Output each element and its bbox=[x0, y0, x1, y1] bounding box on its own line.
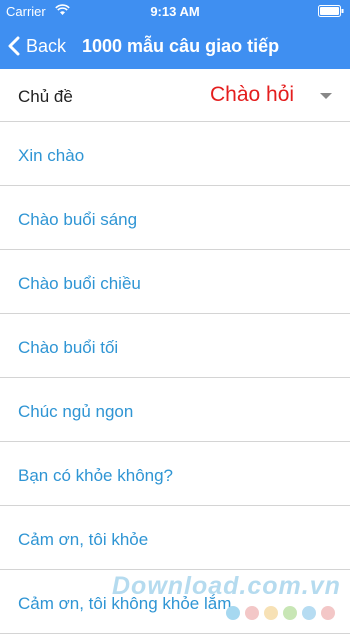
topic-select[interactable]: Chào hỏi bbox=[200, 75, 350, 115]
status-time: 9:13 AM bbox=[150, 4, 200, 19]
list-item[interactable]: Chúc ngủ ngon bbox=[0, 378, 350, 442]
list-item[interactable]: Chào buổi tối bbox=[0, 314, 350, 378]
watermark-dot bbox=[321, 606, 335, 620]
nav-bar: Back 1000 mẫu câu giao tiếp bbox=[0, 22, 350, 69]
list-item-label: Chào buổi tối bbox=[18, 338, 119, 357]
watermark-dot bbox=[283, 606, 297, 620]
header: Carrier 9:13 AM Back 1000 mẫu câu giao t… bbox=[0, 0, 350, 69]
list-item[interactable]: Chào buổi chiều bbox=[0, 250, 350, 314]
watermark-dot bbox=[302, 606, 316, 620]
chevron-left-icon bbox=[8, 36, 20, 56]
list-item-label: Chào buổi sáng bbox=[18, 210, 138, 229]
page-title: 1000 mẫu câu giao tiếp bbox=[82, 36, 280, 56]
battery-icon bbox=[318, 5, 344, 17]
topic-row: Chủ đề Chào hỏi bbox=[0, 69, 350, 122]
watermark-dot bbox=[226, 606, 240, 620]
list-item[interactable]: Xin chào bbox=[0, 122, 350, 186]
list-item-label: Xin chào bbox=[18, 146, 85, 165]
watermark-dots bbox=[226, 606, 340, 620]
topic-value: Chào hỏi bbox=[210, 83, 295, 106]
list-item[interactable]: Cảm ơn, tôi khỏe bbox=[0, 506, 350, 570]
back-button[interactable]: Back bbox=[8, 34, 66, 58]
topic-label: Chủ đề bbox=[18, 87, 73, 106]
watermark-logo: Download.com.vn bbox=[112, 572, 341, 600]
watermark-dot bbox=[245, 606, 259, 620]
list-item[interactable]: Chào buổi sáng bbox=[0, 186, 350, 250]
dropdown-arrow-icon bbox=[320, 93, 332, 99]
phrase-list: Xin chào Chào buổi sáng Chào buổi chiều … bbox=[0, 122, 350, 634]
back-label: Back bbox=[26, 35, 67, 56]
list-item[interactable]: Bạn có khỏe không? bbox=[0, 442, 350, 506]
list-item-label: Chúc ngủ ngon bbox=[18, 402, 134, 421]
list-item-label: Chào buổi chiều bbox=[18, 274, 141, 293]
list-item-label: Bạn có khỏe không? bbox=[18, 466, 174, 485]
watermark-dot bbox=[264, 606, 278, 620]
list-item-label: Cảm ơn, tôi khỏe bbox=[18, 530, 149, 549]
status-bar: Carrier 9:13 AM bbox=[0, 0, 350, 22]
